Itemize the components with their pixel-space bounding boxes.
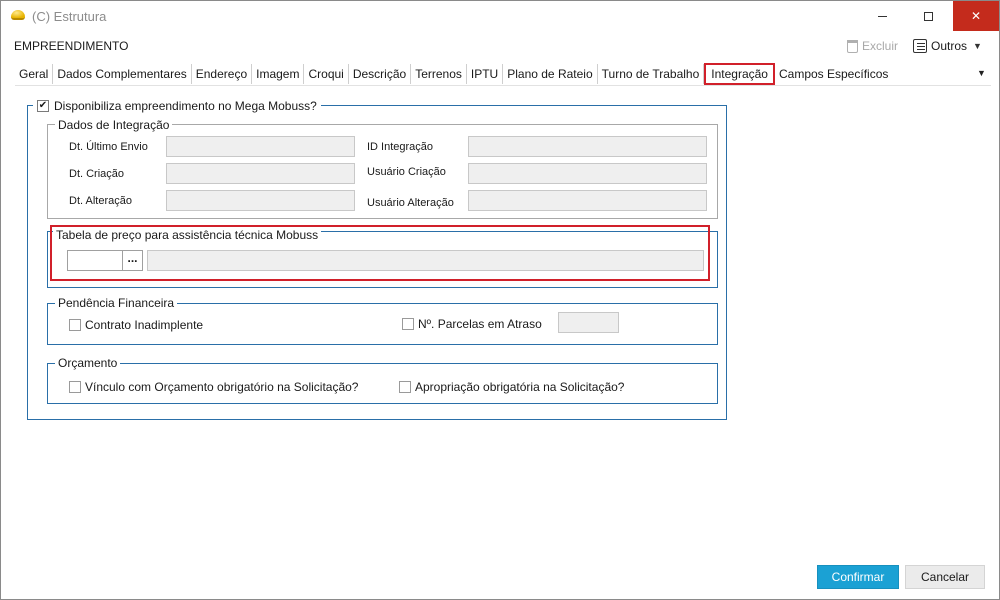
tab-campos-especificos[interactable]: Campos Específicos <box>775 64 892 84</box>
list-icon <box>913 39 927 53</box>
tab-geral[interactable]: Geral <box>15 64 54 84</box>
trash-icon <box>847 39 858 53</box>
cancelar-button[interactable]: Cancelar <box>905 565 985 589</box>
vinculo-orcamento-label: Vínculo com Orçamento obrigatório na Sol… <box>85 380 359 394</box>
tab-label: Endereço <box>195 67 248 81</box>
financial-title: Pendência Financeira <box>55 296 178 310</box>
tab-terrenos[interactable]: Terrenos <box>411 64 467 84</box>
tab-turno-de-trabalho[interactable]: Turno de Trabalho <box>598 64 705 84</box>
vinculo-orcamento-option[interactable]: Vínculo com Orçamento obrigatório na Sol… <box>69 380 358 394</box>
outros-button[interactable]: Outros ▼ <box>913 36 982 56</box>
tab-descricao[interactable]: Descrição <box>349 64 412 84</box>
excluir-button[interactable]: Excluir <box>847 36 898 56</box>
maximize-button[interactable] <box>905 1 951 31</box>
parcelas-atraso-checkbox[interactable] <box>402 318 414 330</box>
parcelas-atraso-option[interactable]: Nº. Parcelas em Atraso <box>402 317 542 331</box>
tab-label: Integração <box>711 67 768 81</box>
usuario-alteracao-field <box>468 190 707 211</box>
chevron-down-icon: ▼ <box>973 41 982 51</box>
dt-criacao-label: Dt. Criação <box>69 168 125 180</box>
vinculo-orcamento-checkbox[interactable] <box>69 381 81 393</box>
tab-label: Descrição <box>352 67 407 81</box>
tab-label: Geral <box>19 67 49 81</box>
integration-data-title: Dados de Integração <box>55 118 173 132</box>
mobuss-checkbox[interactable]: ✔ <box>37 100 49 112</box>
contrato-inadimplente-checkbox[interactable] <box>69 319 81 331</box>
apropriacao-option[interactable]: Apropriação obrigatória na Solicitação? <box>399 380 624 394</box>
maximize-icon <box>923 11 933 21</box>
usuario-alteracao-label: Usuário Alteração <box>367 197 454 209</box>
tab-label: Terrenos <box>415 67 462 81</box>
dt-alteracao-label: Dt. Alteração <box>69 195 132 207</box>
price-table-lookup-button[interactable]: ... <box>123 250 143 271</box>
tab-iptu[interactable]: IPTU <box>467 64 504 84</box>
price-table-title: Tabela de preço para assistência técnica… <box>53 228 322 242</box>
mobuss-toggle-label: Disponibiliza empreendimento no Mega Mob… <box>54 99 317 113</box>
tab-label: Plano de Rateio <box>507 67 593 81</box>
contrato-inadimplente-option[interactable]: Contrato Inadimplente <box>69 318 203 332</box>
contrato-inadimplente-label: Contrato Inadimplente <box>85 318 204 332</box>
tab-endereco[interactable]: Endereço <box>192 64 253 84</box>
tab-label: Croqui <box>308 67 344 81</box>
budget-title: Orçamento <box>55 356 121 370</box>
parcelas-atraso-label: Nº. Parcelas em Atraso <box>418 317 542 331</box>
close-button[interactable]: ✕ <box>953 1 999 31</box>
close-icon: ✕ <box>970 9 982 23</box>
outros-label: Outros <box>931 39 968 53</box>
tab-croqui[interactable]: Croqui <box>304 64 349 84</box>
id-integracao-label: ID Integração <box>367 141 434 153</box>
tab-integracao[interactable]: Integração <box>704 63 775 85</box>
usuario-criacao-label: Usuário Criação <box>367 166 446 178</box>
tab-label: Turno de Trabalho <box>601 67 700 81</box>
window-title: (C) Estrutura <box>32 9 107 24</box>
dt-criacao-field <box>166 163 355 184</box>
apropriacao-checkbox[interactable] <box>399 381 411 393</box>
dt-ultimo-envio-label: Dt. Último Envio <box>69 141 148 153</box>
entity-title: EMPREENDIMENTO <box>14 39 129 53</box>
tab-imagem[interactable]: Imagem <box>252 64 305 84</box>
tab-label: IPTU <box>470 67 499 81</box>
tab-label: Campos Específicos <box>778 67 889 81</box>
minimize-button[interactable] <box>859 1 905 31</box>
price-table-description-field <box>147 250 704 271</box>
tabs-overflow-chevron-icon[interactable]: ▼ <box>977 68 986 78</box>
parcelas-atraso-field <box>558 312 619 333</box>
tab-label: Imagem <box>256 67 300 81</box>
tab-plano-de-rateio[interactable]: Plano de Rateio <box>503 64 598 84</box>
tab-label: Dados Complementares <box>57 67 187 81</box>
excluir-label: Excluir <box>862 39 899 53</box>
hard-hat-icon <box>11 10 25 20</box>
title-bar: (C) Estrutura ✕ <box>1 1 999 31</box>
mobuss-toggle[interactable]: ✔ Disponibiliza empreendimento no Mega M… <box>33 99 321 113</box>
confirmar-button[interactable]: Confirmar <box>817 565 899 589</box>
price-table-code-input[interactable] <box>67 250 123 271</box>
tab-divider <box>15 85 991 86</box>
record-header: EMPREENDIMENTO Excluir Outros ▼ <box>1 31 999 61</box>
apropriacao-label: Apropriação obrigatória na Solicitação? <box>415 380 625 394</box>
usuario-criacao-field <box>468 163 707 184</box>
tab-dados-complementares[interactable]: Dados Complementares <box>53 64 192 84</box>
app-window: (C) Estrutura ✕ EMPREENDIMENTO Excluir O… <box>0 0 1000 600</box>
minimize-icon <box>877 15 887 17</box>
dt-alteracao-field <box>166 190 355 211</box>
tab-strip: Geral Dados Complementares Endereço Imag… <box>15 63 985 85</box>
dt-ultimo-envio-field <box>166 136 355 157</box>
id-integracao-field <box>468 136 707 157</box>
